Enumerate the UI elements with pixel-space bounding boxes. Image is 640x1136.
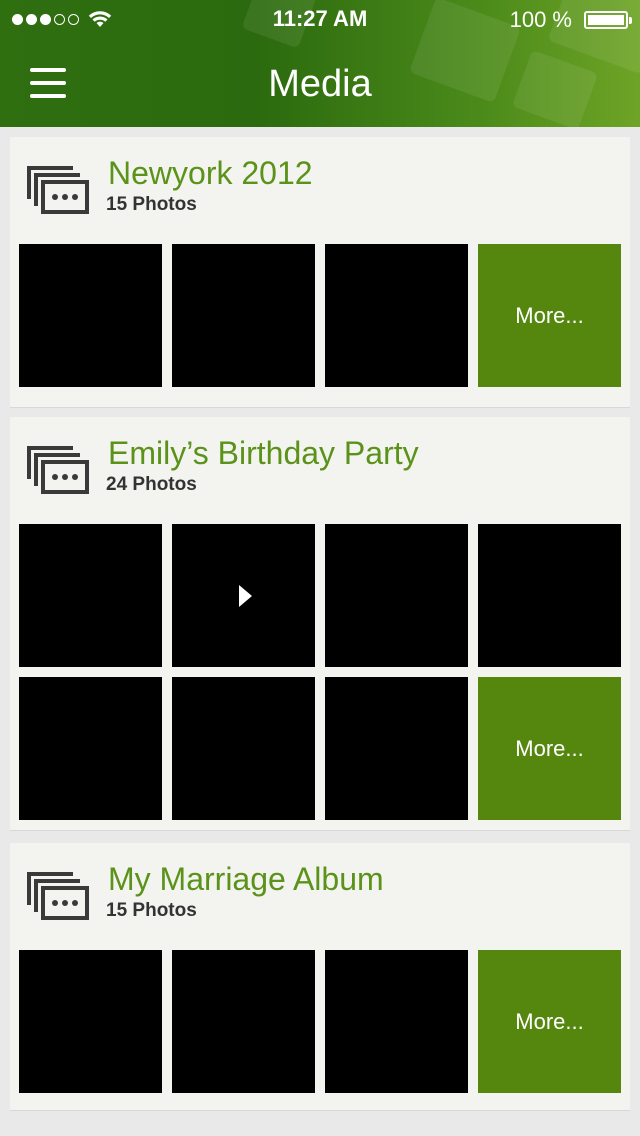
photo-thumbnail[interactable] <box>172 677 315 820</box>
photo-thumbnail[interactable] <box>172 244 315 387</box>
photo-thumbnail[interactable] <box>19 677 162 820</box>
more-button[interactable]: More... <box>478 950 621 1093</box>
album-title[interactable]: Emily’s Birthday Party <box>108 435 419 472</box>
album-stack-icon <box>27 446 89 494</box>
album-stack-icon <box>27 166 89 214</box>
status-bar: 11:27 AM 100 % <box>0 0 640 40</box>
photo-thumbnail[interactable] <box>19 950 162 1093</box>
more-button[interactable]: More... <box>478 244 621 387</box>
photo-thumbnail[interactable] <box>19 244 162 387</box>
page-title: Media <box>268 63 372 105</box>
photo-thumbnail[interactable] <box>325 524 468 667</box>
album-stack-icon <box>27 872 89 920</box>
photo-thumbnail[interactable] <box>325 950 468 1093</box>
album-card[interactable]: My Marriage Album 15 Photos More... <box>10 843 630 1110</box>
photo-thumbnail[interactable] <box>172 950 315 1093</box>
battery-percentage: 100 % <box>509 7 572 32</box>
photo-thumbnail[interactable] <box>19 524 162 667</box>
album-card[interactable]: Emily’s Birthday Party 24 Photos More... <box>10 417 630 830</box>
photo-thumbnail[interactable] <box>478 524 621 667</box>
more-button[interactable]: More... <box>478 677 621 820</box>
album-title[interactable]: My Marriage Album <box>108 861 384 898</box>
play-icon <box>239 585 252 607</box>
album-photo-count: 15 Photos <box>106 194 197 215</box>
photo-thumbnail[interactable] <box>325 677 468 820</box>
album-card[interactable]: Newyork 2012 15 Photos More... <box>10 137 630 407</box>
album-photo-count: 24 Photos <box>106 474 197 495</box>
app-header: 11:27 AM 100 % Media <box>0 0 640 127</box>
battery-icon <box>584 11 632 29</box>
album-photo-count: 15 Photos <box>106 900 197 921</box>
photo-thumbnail[interactable] <box>325 244 468 387</box>
album-title[interactable]: Newyork 2012 <box>108 155 313 192</box>
video-thumbnail[interactable] <box>172 524 315 667</box>
